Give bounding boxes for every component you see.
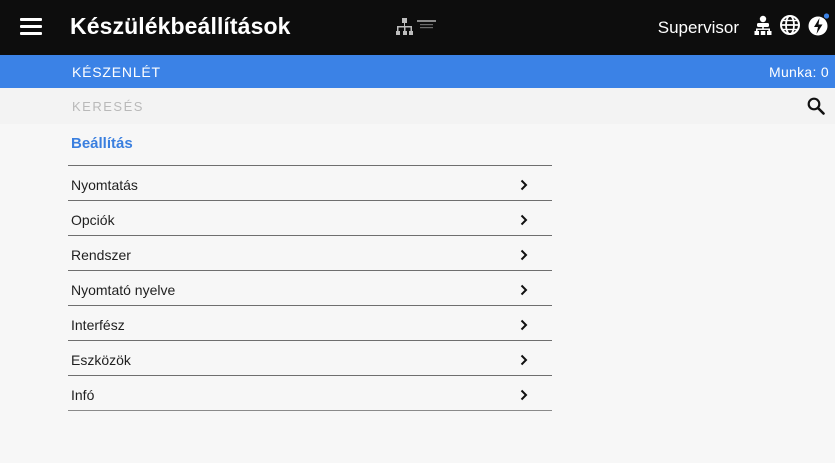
menu-item-label: Nyomtatás <box>71 177 138 193</box>
menu-item-label: Nyomtató nyelve <box>71 282 176 298</box>
chevron-right-icon <box>520 178 528 196</box>
top-bar: Készülékbeállítások Supervisor <box>0 0 835 55</box>
network-icon <box>396 18 440 41</box>
chevron-right-icon <box>520 213 528 231</box>
menu-item-printing[interactable]: Nyomtatás <box>68 166 552 201</box>
menu-item-label: Opciók <box>71 212 115 228</box>
menu-item-info[interactable]: Infó <box>68 376 552 411</box>
menu-item-label: Interfész <box>71 317 125 333</box>
globe-icon[interactable] <box>779 14 801 41</box>
settings-menu-list: Nyomtatás Opciók Rendszer Nyomtató nyelv… <box>68 165 552 411</box>
power-icon[interactable] <box>807 13 830 42</box>
menu-item-printer-language[interactable]: Nyomtató nyelve <box>68 271 552 306</box>
supervisor-label: Supervisor <box>657 17 739 37</box>
menu-item-system[interactable]: Rendszer <box>68 236 552 271</box>
menu-item-options[interactable]: Opciók <box>68 201 552 236</box>
search-icon[interactable] <box>807 97 825 120</box>
status-bar: KÉSZENLÉT Munka: 0 <box>0 55 835 88</box>
chevron-right-icon <box>520 248 528 266</box>
printer-state: KÉSZENLÉT <box>72 64 161 80</box>
page-title: Készülékbeállítások <box>70 13 291 39</box>
chevron-right-icon <box>520 318 528 336</box>
menu-item-tools[interactable]: Eszközök <box>68 341 552 376</box>
chevron-right-icon <box>520 388 528 406</box>
job-count: Munka: 0 <box>769 64 829 80</box>
supervisor-icon[interactable] <box>753 15 773 40</box>
menu-item-label: Infó <box>71 387 95 403</box>
search-input[interactable] <box>72 94 752 118</box>
chevron-right-icon <box>520 353 528 371</box>
chevron-right-icon <box>520 283 528 301</box>
search-bar <box>0 88 835 124</box>
section-title: Beállítás <box>71 135 133 152</box>
menu-item-interface[interactable]: Interfész <box>68 306 552 341</box>
menu-item-label: Eszközök <box>71 352 131 368</box>
menu-item-label: Rendszer <box>71 247 131 263</box>
menu-icon[interactable] <box>20 18 42 36</box>
